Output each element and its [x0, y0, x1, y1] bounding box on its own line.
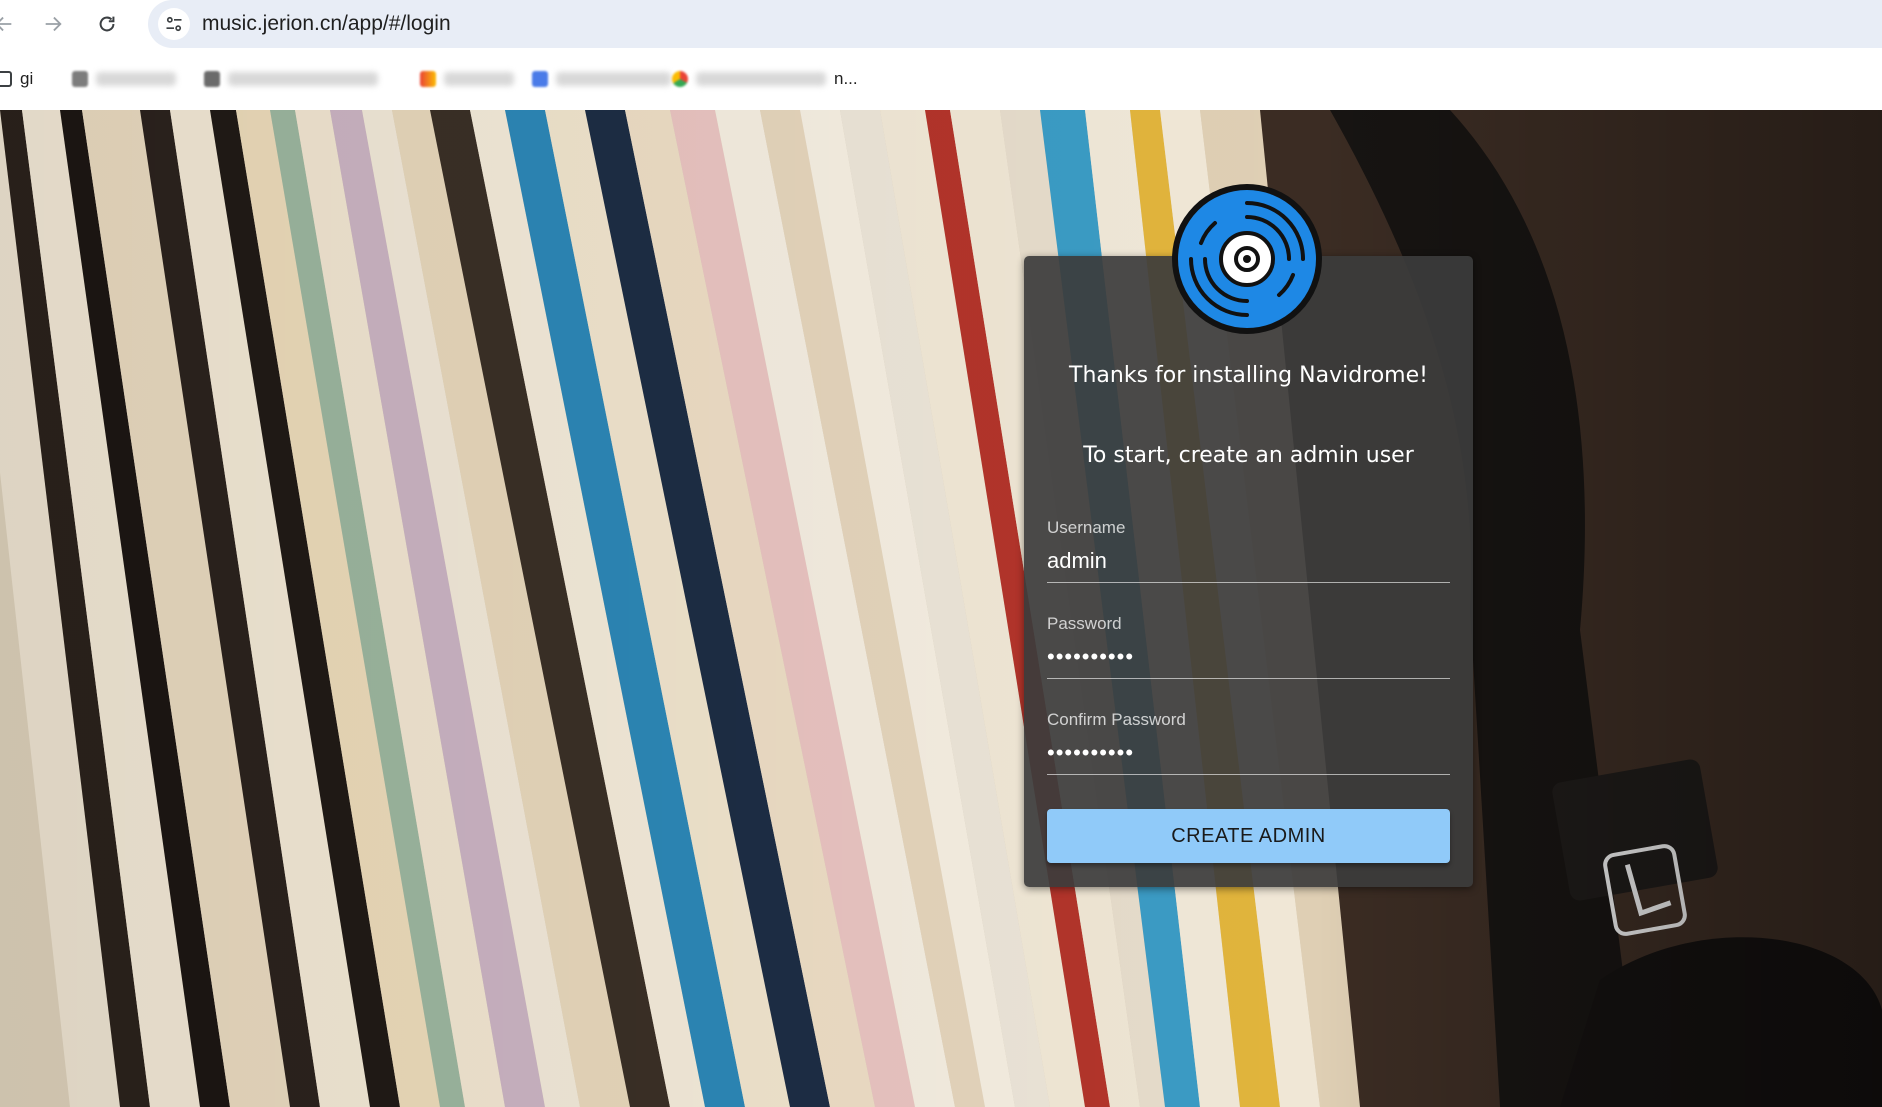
bookmark-item[interactable] — [532, 68, 671, 90]
username-field: Username — [1047, 518, 1450, 598]
record-collection-background — [0, 110, 1882, 1107]
bookmark-item[interactable]: gi — [0, 68, 33, 90]
navidrome-logo-icon — [1171, 183, 1323, 335]
back-button[interactable] — [0, 6, 22, 42]
underline — [1047, 582, 1450, 583]
arrow-right-icon — [45, 16, 62, 32]
password-input[interactable] — [1047, 640, 1450, 674]
bilibili-icon — [204, 71, 220, 87]
blurred-label — [96, 72, 176, 86]
bookmark-item[interactable]: n... — [672, 68, 858, 90]
bookmark-item[interactable] — [72, 68, 176, 90]
instruction-message: To start, create an admin user — [1083, 443, 1414, 468]
blurred-label — [444, 72, 514, 86]
chrome-icon — [672, 71, 688, 87]
arrow-left-icon — [0, 16, 12, 32]
password-label: Password — [1047, 614, 1122, 633]
reload-button[interactable] — [89, 6, 125, 42]
blurred-label — [228, 72, 378, 86]
site-info-button[interactable] — [158, 8, 190, 40]
page-icon — [0, 71, 12, 87]
create-admin-button[interactable]: CREATE ADMIN — [1047, 809, 1450, 863]
confirm-password-field: Confirm Password — [1047, 710, 1450, 790]
confirm-password-input[interactable] — [1047, 736, 1450, 770]
confirm-password-label: Confirm Password — [1047, 710, 1186, 729]
bookmark-label: gi — [20, 69, 34, 88]
browser-toolbar: music.jerion.cn/app/#/login — [0, 0, 1882, 48]
forward-button[interactable] — [35, 6, 71, 42]
gmail-icon — [420, 71, 436, 87]
url-text[interactable]: music.jerion.cn/app/#/login — [202, 12, 451, 36]
address-bar[interactable]: music.jerion.cn/app/#/login — [148, 0, 1882, 48]
welcome-message: Thanks for installing Navidrome! — [1069, 363, 1428, 388]
underline — [1047, 678, 1450, 679]
bookmark-item[interactable] — [420, 68, 514, 90]
login-card: Thanks for installing Navidrome! To star… — [1024, 256, 1473, 887]
folder-icon — [72, 71, 88, 87]
blurred-label — [556, 72, 671, 86]
bookmark-label: n... — [834, 69, 858, 88]
page-viewport: Thanks for installing Navidrome! To star… — [0, 110, 1882, 1107]
bookmark-item[interactable] — [204, 68, 378, 90]
password-field: Password — [1047, 614, 1450, 694]
underline — [1047, 774, 1450, 775]
username-label: Username — [1047, 518, 1126, 537]
bookmarks-bar: gi n... — [0, 48, 1882, 110]
tune-icon — [166, 16, 182, 32]
username-input[interactable] — [1047, 544, 1450, 578]
blurred-label — [696, 72, 826, 86]
reload-icon — [99, 16, 115, 32]
translate-icon — [532, 71, 548, 87]
